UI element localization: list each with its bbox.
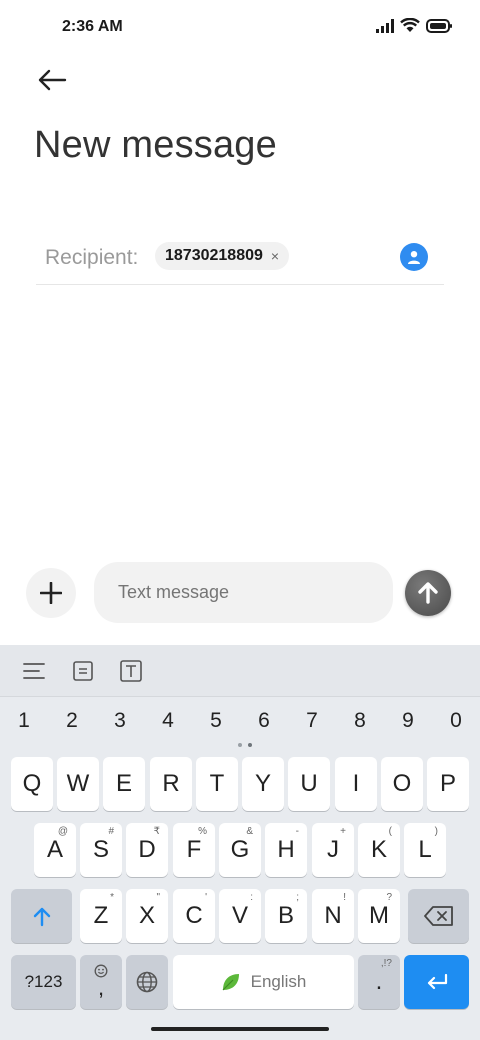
compose-bar [0, 560, 480, 628]
recipient-field[interactable]: Recipient: 18730218809 × [36, 232, 444, 285]
key-g[interactable]: G & [219, 823, 261, 877]
arrow-up-icon [418, 582, 438, 604]
key-r[interactable]: R [150, 757, 192, 811]
key-d[interactable]: D ₹ [126, 823, 168, 877]
message-input[interactable] [118, 582, 368, 603]
backspace-key[interactable] [408, 889, 469, 943]
language-key[interactable] [126, 955, 168, 1009]
text-format-icon[interactable] [119, 659, 143, 683]
leaf-icon [222, 974, 239, 991]
key-3[interactable]: 3 [105, 709, 135, 733]
key-8[interactable]: 8 [345, 709, 375, 733]
status-bar: 2:36 AM [0, 0, 480, 56]
shift-icon [33, 907, 50, 927]
keyboard-toolbar [0, 645, 480, 697]
contact-picker-button[interactable] [400, 243, 428, 271]
key-7[interactable]: 7 [297, 709, 327, 733]
key-i[interactable]: I [335, 757, 377, 811]
remove-recipient-button[interactable]: × [271, 249, 279, 263]
key-m[interactable]: M? [358, 889, 400, 943]
enter-icon [427, 974, 447, 990]
battery-icon [426, 18, 452, 33]
key-o[interactable]: O [381, 757, 423, 811]
key-u[interactable]: U [288, 757, 330, 811]
key-q[interactable]: Q [11, 757, 53, 811]
key-w[interactable]: W [57, 757, 99, 811]
key-c[interactable]: C ' [173, 889, 215, 943]
recipient-chip-number: 18730218809 [165, 247, 263, 264]
key-v[interactable]: V: [219, 889, 261, 943]
key-a[interactable]: A @ [34, 823, 76, 877]
signal-icon [376, 18, 394, 33]
key-x[interactable]: X " [126, 889, 168, 943]
status-time: 2:36 AM [62, 18, 123, 35]
key-j[interactable]: J + [312, 823, 354, 877]
key-s[interactable]: S # [80, 823, 122, 877]
enter-key[interactable] [404, 955, 469, 1009]
key-5[interactable]: 5 [201, 709, 231, 733]
page-indicator [238, 743, 252, 747]
key-e[interactable]: E [103, 757, 145, 811]
status-icons [376, 18, 452, 33]
wifi-icon [400, 18, 420, 32]
key-2[interactable]: 2 [57, 709, 87, 733]
key-b[interactable]: B; [265, 889, 307, 943]
page-title: New message [34, 124, 277, 166]
space-key[interactable]: English [173, 955, 354, 1009]
key-1[interactable]: 1 [9, 709, 39, 733]
menu-icon[interactable] [22, 659, 46, 683]
key-n[interactable]: N! [312, 889, 354, 943]
key-6[interactable]: 6 [249, 709, 279, 733]
back-button[interactable] [30, 62, 74, 98]
key-z[interactable]: Z * [80, 889, 122, 943]
plus-icon [40, 582, 62, 604]
key-l[interactable]: L) [404, 823, 446, 877]
symbols-key[interactable]: ?123 [11, 955, 76, 1009]
send-button[interactable] [405, 570, 451, 616]
key-t[interactable]: T [196, 757, 238, 811]
key-0[interactable]: 0 [441, 709, 471, 733]
attach-button[interactable] [26, 568, 76, 618]
recipient-label: Recipient: [45, 246, 139, 269]
key-p[interactable]: P [427, 757, 469, 811]
shift-key[interactable] [11, 889, 72, 943]
globe-icon [136, 971, 158, 993]
number-row: 1 2 3 4 5 6 7 8 9 0 [0, 709, 480, 739]
comma-label: , [97, 975, 105, 1000]
emoji-comma-key[interactable]: , [80, 955, 122, 1009]
home-indicator[interactable] [151, 1027, 329, 1031]
key-y[interactable]: Y [242, 757, 284, 811]
key-h[interactable]: H- [265, 823, 307, 877]
key-f[interactable]: F% [173, 823, 215, 877]
key-k[interactable]: K( [358, 823, 400, 877]
recipient-chip[interactable]: 18730218809 × [155, 242, 290, 270]
period-key[interactable]: . ,!? [358, 955, 400, 1009]
space-key-label: English [250, 972, 307, 991]
key-9[interactable]: 9 [393, 709, 423, 733]
key-4[interactable]: 4 [153, 709, 183, 733]
contact-icon [408, 251, 420, 264]
clipboard-icon[interactable] [71, 659, 95, 683]
keyboard: 1 2 3 4 5 6 7 8 9 0 Q W E R T Y U I O P … [0, 645, 480, 1040]
message-box[interactable] [94, 562, 393, 623]
arrow-left-icon [38, 69, 67, 91]
backspace-icon [423, 906, 453, 926]
